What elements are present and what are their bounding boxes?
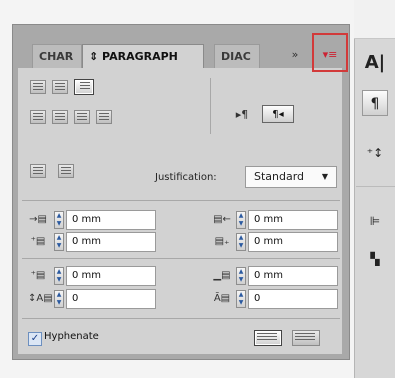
ltr-direction-icon[interactable]: ▸¶ bbox=[228, 106, 256, 124]
panel-menu-highlight bbox=[312, 33, 348, 72]
right-indent-stepper[interactable]: ▲ ▼ bbox=[236, 211, 246, 229]
chevron-down-icon: ▼ bbox=[321, 172, 328, 181]
kerning-icon[interactable]: ⁺↕ bbox=[362, 140, 388, 166]
justification-value: Standard bbox=[254, 170, 305, 183]
space-after-stepper[interactable]: ▲ ▼ bbox=[236, 267, 246, 285]
justify-all-icon[interactable] bbox=[96, 110, 112, 124]
left-indent-icon: →▤ bbox=[29, 214, 47, 225]
last-line-indent-field[interactable]: 0 mm bbox=[248, 232, 338, 252]
transform-icon[interactable]: ▚ bbox=[362, 246, 388, 272]
first-line-indent-stepper[interactable]: ▲ ▼ bbox=[54, 233, 64, 251]
space-after-field[interactable]: 0 mm bbox=[248, 266, 338, 286]
hyphenate-label: Hyphenate bbox=[44, 331, 99, 342]
section-divider-2 bbox=[22, 258, 340, 259]
paragraph-icon[interactable]: ¶ bbox=[362, 90, 388, 116]
right-dock-divider bbox=[356, 186, 395, 187]
collapse-forward-icon[interactable]: » bbox=[284, 46, 306, 64]
justification-label: Justification: bbox=[155, 172, 217, 183]
hyphenate-checkbox[interactable]: ✓ bbox=[28, 332, 42, 346]
space-before-icon: ⁺▤ bbox=[30, 270, 46, 281]
space-before-stepper[interactable]: ▲ ▼ bbox=[54, 267, 64, 285]
left-indent-field[interactable]: 0 mm bbox=[66, 210, 156, 230]
tab-character[interactable]: CHAR bbox=[32, 44, 82, 68]
justification-select[interactable]: Standard ▼ bbox=[245, 166, 337, 188]
align-left-icon[interactable] bbox=[30, 80, 46, 94]
tab-diacritics[interactable]: DIAC bbox=[214, 44, 260, 68]
character-icon[interactable]: A| bbox=[362, 50, 388, 76]
drop-cap-chars-field[interactable]: 0 bbox=[248, 289, 338, 309]
alignment-divider bbox=[210, 78, 211, 134]
align-center-icon[interactable] bbox=[52, 80, 68, 94]
grid-align-icon[interactable] bbox=[58, 164, 74, 178]
balance-ragged-icon[interactable] bbox=[30, 164, 46, 178]
justify-left-icon[interactable] bbox=[30, 110, 46, 124]
section-divider-1 bbox=[22, 200, 340, 201]
align-right-icon[interactable] bbox=[74, 79, 94, 95]
rtl-direction-button[interactable]: ¶◂ bbox=[262, 105, 294, 123]
section-divider-3 bbox=[22, 318, 340, 319]
drop-cap-chars-stepper[interactable]: ▲ ▼ bbox=[236, 290, 246, 308]
drop-cap-chars-icon: Ā▤ bbox=[213, 293, 231, 304]
single-line-composer-icon[interactable] bbox=[254, 330, 282, 346]
right-indent-icon: ▤← bbox=[213, 214, 231, 225]
first-line-indent-field[interactable]: 0 mm bbox=[66, 232, 156, 252]
space-after-icon: ▁▤ bbox=[213, 270, 231, 281]
justify-right-icon[interactable] bbox=[74, 110, 90, 124]
paragraph-composer-icon[interactable] bbox=[292, 330, 320, 346]
justify-center-icon[interactable] bbox=[52, 110, 68, 124]
align-icon[interactable]: ⊫ bbox=[362, 208, 388, 234]
space-before-field[interactable]: 0 mm bbox=[66, 266, 156, 286]
drop-cap-lines-field[interactable]: 0 bbox=[66, 289, 156, 309]
left-indent-stepper[interactable]: ▲ ▼ bbox=[54, 211, 64, 229]
drop-cap-lines-stepper[interactable]: ▲ ▼ bbox=[54, 290, 64, 308]
last-line-indent-icon: ▤₊ bbox=[214, 236, 230, 247]
tab-paragraph[interactable]: ⇕ PARAGRAPH bbox=[82, 44, 204, 68]
right-dock-top bbox=[354, 0, 395, 39]
last-line-indent-stepper[interactable]: ▲ ▼ bbox=[236, 233, 246, 251]
first-line-indent-icon: ⁺▤ bbox=[30, 236, 46, 247]
right-indent-field[interactable]: 0 mm bbox=[248, 210, 338, 230]
drop-cap-lines-icon: ↕A▤ bbox=[28, 293, 53, 304]
